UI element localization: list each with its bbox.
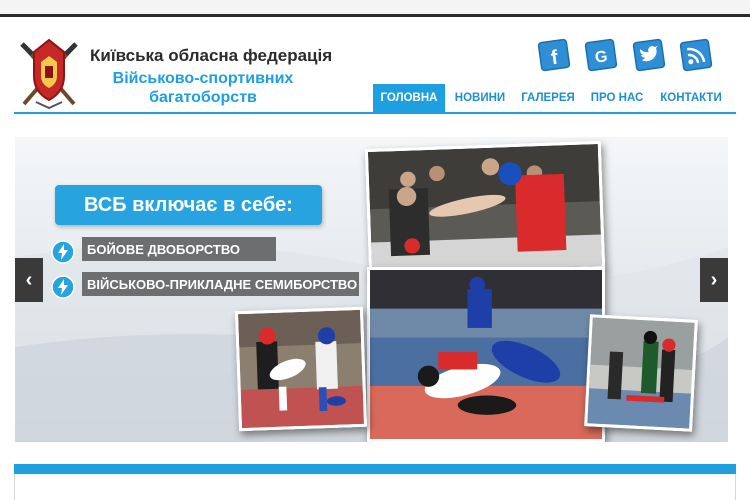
nav-item-gallery[interactable]: ГАЛЕРЕЯ: [516, 84, 580, 112]
content-box: [14, 474, 736, 500]
photo-fighters-left: [234, 306, 368, 432]
google-icon[interactable]: G: [583, 37, 619, 73]
svg-text:G: G: [594, 48, 609, 67]
nav-item-contacts[interactable]: КОНТАКТИ: [654, 84, 728, 112]
org-name-line1: Київська обласна федерація: [90, 46, 333, 65]
top-divider: [0, 14, 750, 17]
federation-emblem-icon[interactable]: [18, 38, 80, 110]
nav-item-home[interactable]: ГОЛОВНА: [373, 84, 445, 112]
org-name-line2: Військово-спортивних багатоборств: [112, 70, 294, 106]
hero-slider: ВСБ включає в себе: БОЙОВЕ ДВОБОРСТВО ВІ…: [15, 137, 728, 442]
top-strip: [0, 0, 750, 15]
photo-grappling-match: [367, 267, 605, 442]
slider-prev-button[interactable]: ‹: [15, 258, 43, 302]
slide-title: ВСБ включає в себе:: [55, 185, 322, 225]
rss-icon[interactable]: [678, 37, 714, 73]
slider-next-button[interactable]: ›: [700, 258, 728, 302]
slide-item-label: ВІЙСЬКОВО-ПРИКЛАДНЕ СЕМИБОРСТВО: [82, 272, 359, 296]
photo-kickboxing-match: [364, 140, 606, 278]
content-header-bar: [14, 464, 736, 474]
slide-item-label: БОЙОВЕ ДВОБОРСТВО: [82, 237, 276, 261]
lightning-bullet-icon: [51, 240, 75, 264]
twitter-icon[interactable]: [631, 37, 667, 73]
photo-fighters-right: [584, 314, 698, 432]
nav-item-news[interactable]: НОВИНИ: [449, 84, 511, 112]
nav-underline: [14, 112, 736, 114]
nav-item-about[interactable]: ПРО НАС: [585, 84, 649, 112]
lightning-bullet-icon: [51, 275, 75, 299]
facebook-icon[interactable]: f: [536, 37, 572, 73]
